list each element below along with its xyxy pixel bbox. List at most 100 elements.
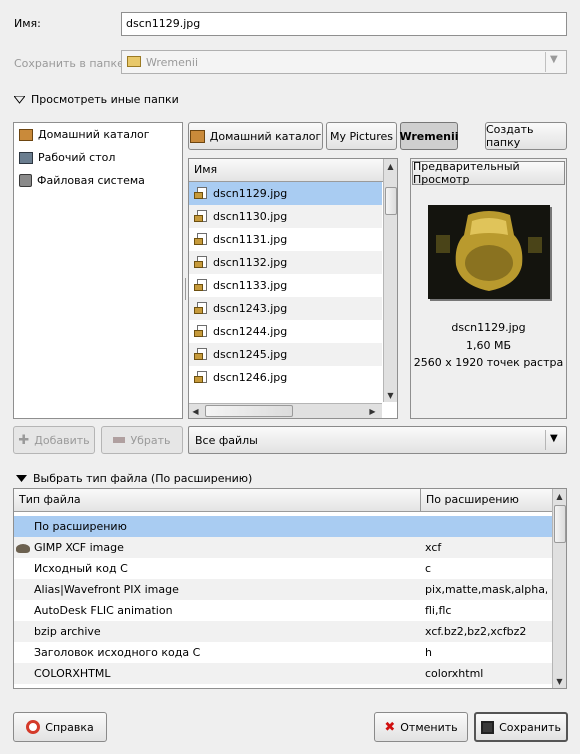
file-type-expander[interactable]: Выбрать тип файла (По расширению) <box>16 472 252 485</box>
create-folder-label: Создать папку <box>486 123 534 149</box>
file-type-vscrollbar[interactable]: ▲ ▼ <box>552 489 566 688</box>
scroll-up-icon[interactable]: ▲ <box>384 159 397 173</box>
image-file-icon <box>194 209 209 224</box>
path-button-my-pictures[interactable]: My Pictures <box>326 122 397 150</box>
browse-folders-label: Просмотреть иные папки <box>31 93 179 106</box>
cancel-button[interactable]: ✖ Отменить <box>374 712 468 742</box>
expander-open-icon <box>16 474 27 482</box>
help-button[interactable]: Справка <box>13 712 107 742</box>
file-type-name: COLORXHTML <box>34 667 111 680</box>
image-file-icon <box>194 186 209 201</box>
file-type-table: Тип файла По расширению По расширению GI… <box>13 488 567 689</box>
preview-filename: dscn1129.jpg <box>451 321 526 334</box>
scroll-up-icon[interactable]: ▲ <box>553 489 566 503</box>
file-row[interactable]: dscn1131.jpg <box>189 228 382 251</box>
chevron-down-icon: ▼ <box>550 433 558 444</box>
file-type-name: AutoDesk FLIC animation <box>34 604 173 617</box>
path-button-wremenii[interactable]: Wremenii <box>399 122 459 150</box>
scroll-left-icon[interactable]: ◀ <box>189 404 202 418</box>
name-input[interactable]: dscn1129.jpg <box>121 12 567 36</box>
help-label: Справка <box>45 720 94 734</box>
remove-label: Убрать <box>130 433 171 447</box>
image-file-icon <box>194 324 209 339</box>
file-type-column-header[interactable]: Тип файла <box>14 489 421 512</box>
scroll-down-icon[interactable]: ▼ <box>384 388 397 402</box>
image-file-icon <box>194 232 209 247</box>
file-type-ext: pix,matte,mask,alpha,als <box>425 583 547 596</box>
home-icon <box>189 129 205 143</box>
folder-icon <box>127 56 141 67</box>
file-list-header[interactable]: Имя <box>189 159 384 182</box>
file-name: dscn1246.jpg <box>213 371 288 384</box>
file-name: dscn1245.jpg <box>213 348 288 361</box>
file-type-rows: По расширению GIMP XCF image xcf Исходный… <box>14 516 552 688</box>
browse-folders-expander[interactable]: Просмотреть иные папки <box>14 93 179 106</box>
file-type-row[interactable]: AutoDesk FLIC animation fli,flc <box>14 600 552 621</box>
file-row[interactable]: dscn1245.jpg <box>189 343 382 366</box>
place-label: Файловая система <box>37 174 145 187</box>
file-type-name: Alias|Wavefront PIX image <box>34 583 179 596</box>
file-name: dscn1130.jpg <box>213 210 288 223</box>
file-row[interactable]: dscn1244.jpg <box>189 320 382 343</box>
path-button-label: My Pictures <box>329 129 394 143</box>
image-file-icon <box>194 301 209 316</box>
file-row[interactable]: dscn1246.jpg <box>189 366 382 389</box>
gimp-icon <box>16 544 30 553</box>
file-row[interactable]: dscn1132.jpg <box>189 251 382 274</box>
scroll-thumb[interactable] <box>554 505 566 543</box>
extension-column-header[interactable]: По расширению <box>421 489 552 512</box>
file-type-row[interactable]: bzip archive xcf.bz2,bz2,xcfbz2 <box>14 621 552 642</box>
file-row[interactable]: dscn1243.jpg <box>189 297 382 320</box>
file-type-ext: xcf.bz2,bz2,xcfbz2 <box>425 625 527 638</box>
file-type-row[interactable]: По расширению <box>14 516 552 537</box>
save-button[interactable]: Сохранить <box>474 712 568 742</box>
remove-icon <box>113 437 126 443</box>
file-type-row[interactable]: Заголовок исходного кода C h <box>14 642 552 663</box>
scroll-thumb[interactable] <box>205 405 293 417</box>
file-filter-combo[interactable]: Все файлы ▼ <box>188 426 567 454</box>
scroll-down-icon[interactable]: ▼ <box>553 674 566 688</box>
save-folder-combo[interactable]: Wremenii ▼ <box>121 50 567 74</box>
file-list-vscrollbar[interactable]: ▲ ▼ <box>383 159 397 402</box>
save-folder-label: Сохранить в папке <box>14 57 124 70</box>
path-button-label: Домашний каталог <box>209 129 322 143</box>
place-desktop[interactable]: Рабочий стол <box>14 146 182 169</box>
add-label: Добавить <box>34 433 90 447</box>
file-type-label: Выбрать тип файла (По расширению) <box>33 472 253 485</box>
file-type-row[interactable]: Alias|Wavefront PIX image pix,matte,mask,… <box>14 579 552 600</box>
save-label: Сохранить <box>499 720 561 734</box>
image-file-icon <box>194 347 209 362</box>
cancel-label: Отменить <box>400 720 458 734</box>
create-folder-button[interactable]: Создать папку <box>485 122 567 150</box>
help-icon <box>26 720 41 734</box>
place-home[interactable]: Домашний каталог <box>14 123 182 146</box>
chevron-down-icon: ▼ <box>550 54 558 65</box>
file-type-ext: c <box>425 562 432 575</box>
file-name: dscn1131.jpg <box>213 233 288 246</box>
file-list-hscrollbar[interactable]: ◀ ▶ <box>189 403 382 418</box>
name-label: Имя: <box>14 17 41 30</box>
file-row[interactable]: dscn1130.jpg <box>189 205 382 228</box>
file-name: dscn1244.jpg <box>213 325 288 338</box>
image-file-icon <box>194 278 209 293</box>
file-type-row[interactable]: Исходный код C c <box>14 558 552 579</box>
file-type-ext: h <box>425 646 432 659</box>
place-filesystem[interactable]: Файловая система <box>14 169 182 192</box>
home-icon <box>19 128 33 141</box>
file-rows: dscn1129.jpg dscn1130.jpg dscn1131.jpg d… <box>189 182 382 400</box>
cancel-icon: ✖ <box>384 719 396 735</box>
file-row[interactable]: dscn1129.jpg <box>189 182 382 205</box>
file-row[interactable]: dscn1133.jpg <box>189 274 382 297</box>
preview-header-label: Предварительный Просмотр <box>413 160 520 186</box>
file-type-name: GIMP XCF image <box>34 541 124 554</box>
path-button-home[interactable]: Домашний каталог <box>188 122 323 150</box>
add-bookmark-button[interactable]: ✚ Добавить <box>13 426 95 454</box>
scroll-right-icon[interactable]: ▶ <box>366 404 379 418</box>
file-type-row[interactable]: COLORXHTML colorxhtml <box>14 663 552 684</box>
file-type-row[interactable]: GIMP XCF image xcf <box>14 537 552 558</box>
remove-bookmark-button[interactable]: Убрать <box>101 426 183 454</box>
desktop-icon <box>19 151 33 164</box>
image-file-icon <box>194 255 209 270</box>
scroll-thumb[interactable] <box>385 187 397 215</box>
file-type-name: По расширению <box>34 520 127 533</box>
